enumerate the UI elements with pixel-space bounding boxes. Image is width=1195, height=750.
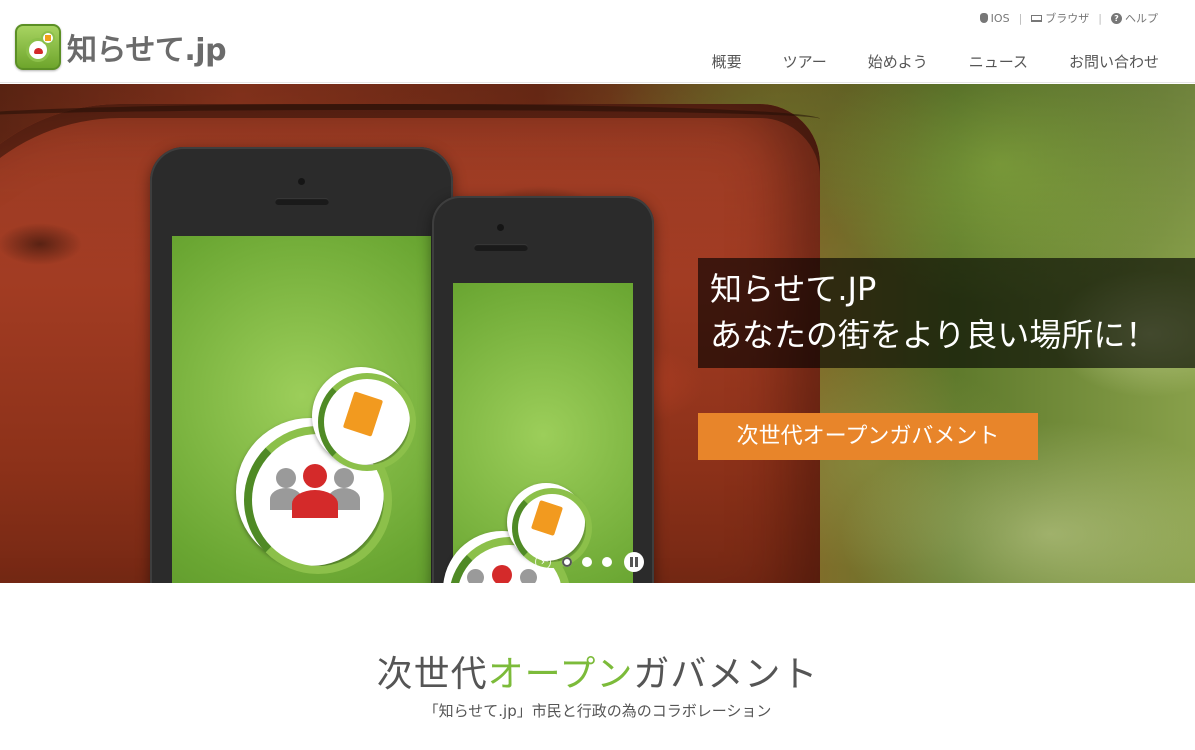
hero-caption-tagline: あなたの街をより良い場所に！ — [710, 316, 1158, 354]
phone-mockup-back — [432, 196, 654, 583]
people-icon — [463, 565, 541, 583]
carousel-dot-2[interactable] — [582, 557, 592, 567]
intro-title-part1: 次世代 — [376, 654, 488, 695]
phone-speaker — [275, 198, 329, 205]
util-label-ios: IOS — [990, 11, 1010, 25]
carousel-pause-icon[interactable] — [624, 552, 644, 572]
hero-cta-button[interactable]: 次世代オープンガバメント — [698, 413, 1038, 460]
intro-title-part2: ガバメント — [633, 654, 819, 695]
laptop-icon — [1031, 14, 1043, 22]
carousel-controls: › — [535, 552, 644, 572]
util-link-help[interactable]: ? ヘルプ — [1111, 10, 1158, 26]
hero-carousel: 知らせて.JP あなたの街をより良い場所に！ 次世代オープンガバメント › — [0, 84, 1195, 583]
carousel-dot-1[interactable] — [562, 557, 572, 567]
nav-item-news[interactable]: ニュース — [969, 51, 1028, 72]
nav-item-overview[interactable]: 概要 — [712, 51, 742, 72]
intro-subtitle: 「知らせて.jp」市民と行政の為のコラボレーション — [423, 702, 772, 720]
phone-camera — [298, 178, 305, 185]
logo-text: 知らせて.jp — [67, 33, 227, 68]
util-link-browser[interactable]: ブラウザ — [1031, 10, 1089, 26]
hero-caption-title: 知らせて.JP — [710, 270, 877, 308]
phone-screen — [172, 236, 431, 583]
apple-icon — [979, 13, 988, 23]
util-label-browser: ブラウザ — [1045, 12, 1090, 25]
utility-links: IOS | ブラウザ | ? ヘルプ — [979, 10, 1158, 26]
util-label-help: ヘルプ — [1125, 12, 1158, 25]
site-logo[interactable]: 知らせて.jp — [15, 24, 227, 70]
phone-speaker — [474, 244, 528, 251]
phone-mockup-front — [150, 147, 453, 583]
site-header: 知らせて.jp IOS | ブラウザ | ? ヘルプ 概要 ツアー 始めよう ニ… — [0, 0, 1195, 83]
phone-camera — [497, 224, 504, 231]
people-icon — [270, 462, 360, 522]
logo-icon — [15, 24, 61, 70]
phone-screen — [443, 283, 633, 583]
intro-title-accent: オープン — [487, 654, 634, 695]
hero-caption: 知らせて.JP あなたの街をより良い場所に！ — [698, 258, 1195, 368]
nav-item-get-started[interactable]: 始めよう — [868, 51, 928, 72]
nav-item-tour[interactable]: ツアー — [783, 51, 827, 72]
util-separator: | — [1098, 11, 1102, 25]
intro-title: 次世代オープンガバメント — [0, 645, 1195, 697]
main-nav: 概要 ツアー 始めよう ニュース お問い合わせ — [712, 51, 1159, 72]
util-separator: | — [1018, 11, 1023, 25]
util-link-ios[interactable]: IOS — [979, 11, 1010, 25]
help-icon: ? — [1111, 12, 1122, 24]
carousel-dot-3[interactable] — [602, 557, 612, 567]
carousel-next-icon[interactable]: › — [535, 554, 551, 570]
nav-item-contact[interactable]: お問い合わせ — [1069, 51, 1159, 72]
